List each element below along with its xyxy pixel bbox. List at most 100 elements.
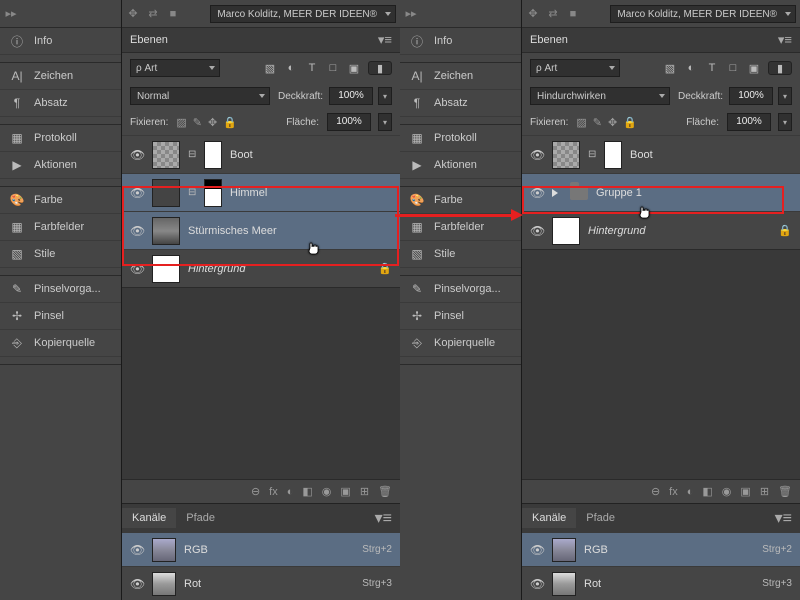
group-triangle-icon[interactable]	[552, 189, 558, 197]
mask-thumbnail[interactable]	[204, 179, 222, 207]
footer-icon[interactable]: ⊖	[251, 485, 260, 498]
tab-paths[interactable]: Pfade	[176, 508, 225, 528]
sidebar-item-stile[interactable]: ▧Stile	[0, 241, 121, 268]
footer-icon[interactable]: fx	[269, 486, 278, 498]
lock-paint-icon[interactable]: ✎	[193, 116, 202, 129]
layer-thumbnail[interactable]	[152, 255, 180, 283]
footer-icon[interactable]: ▣	[740, 485, 750, 498]
footer-icon[interactable]: ⊞	[360, 485, 369, 498]
visibility-icon[interactable]: 👁	[130, 186, 144, 200]
layer-thumbnail[interactable]	[552, 217, 580, 245]
visibility-icon[interactable]: 👁	[130, 262, 144, 276]
sidebar-item-stile[interactable]: ▧Stile	[400, 241, 521, 268]
filter-type-icon[interactable]: T	[705, 61, 719, 75]
visibility-icon[interactable]: 👁	[530, 148, 544, 162]
visibility-icon[interactable]: 👁	[530, 577, 544, 591]
opacity-input[interactable]: 100%	[329, 87, 373, 105]
fill-input[interactable]: 100%	[327, 113, 371, 131]
filter-toggle-icon[interactable]: ▮	[368, 61, 392, 75]
link-icon[interactable]: ⊟	[188, 187, 196, 198]
filter-type-icon[interactable]: T	[305, 61, 319, 75]
sidebar-item-kopierquelle[interactable]: ⎆Kopierquelle	[400, 330, 521, 357]
expand-icon[interactable]: ▸▸	[4, 7, 18, 21]
mask-thumbnail[interactable]	[604, 141, 622, 169]
visibility-icon[interactable]: 👁	[530, 543, 544, 557]
filter-dropdown[interactable]: ρ Art	[530, 59, 620, 77]
profile-dropdown[interactable]: Marco Kolditz, MEER DER IDEEN®	[210, 5, 396, 23]
layer-row[interactable]: 👁Hintergrund🔒	[122, 249, 400, 287]
footer-icon[interactable]: ◧	[702, 485, 712, 498]
filter-image-icon[interactable]: ▧	[663, 61, 677, 75]
layer-thumbnail[interactable]	[152, 217, 180, 245]
channel-row[interactable]: 👁RGBStrg+2	[522, 532, 800, 566]
opacity-chevron[interactable]: ▾	[778, 87, 792, 105]
lock-all-icon[interactable]: 🔒	[623, 116, 637, 129]
layer-row[interactable]: 👁 ⊟ Boot	[122, 135, 400, 173]
sidebar-item-farbfelder[interactable]: ▦Farbfelder	[0, 214, 121, 241]
sidebar-item-kopierquelle[interactable]: ⎆Kopierquelle	[0, 330, 121, 357]
layer-thumbnail[interactable]	[152, 141, 180, 169]
channel-row[interactable]: 👁RotStrg+3	[122, 566, 400, 600]
fill-input[interactable]: 100%	[727, 113, 771, 131]
lock-paint-icon[interactable]: ✎	[593, 116, 602, 129]
panel-menu-icon[interactable]: ▾≡	[778, 32, 792, 48]
layer-name[interactable]: Gruppe 1	[596, 187, 792, 199]
layer-name[interactable]: Boot	[230, 149, 392, 161]
layer-row[interactable]: 👁 Gruppe 1	[522, 173, 800, 211]
filter-adjust-icon[interactable]: ◐	[284, 61, 298, 75]
filter-image-icon[interactable]: ▧	[263, 61, 277, 75]
link-icon[interactable]: ⊟	[188, 149, 196, 160]
visibility-icon[interactable]: 👁	[130, 148, 144, 162]
footer-icon[interactable]: ⊞	[760, 485, 769, 498]
sidebar-item-absatz[interactable]: ¶Absatz	[0, 90, 121, 117]
visibility-icon[interactable]: 👁	[130, 224, 144, 238]
footer-icon[interactable]: fx	[669, 486, 678, 498]
channel-row[interactable]: 👁RGBStrg+2	[122, 532, 400, 566]
film-icon[interactable]: ■	[166, 7, 180, 21]
link-icon[interactable]: ⊟	[588, 149, 596, 160]
channels-menu-icon[interactable]: ▾≡	[367, 504, 400, 532]
layer-row[interactable]: 👁Hintergrund🔒	[522, 211, 800, 249]
opacity-input[interactable]: 100%	[729, 87, 773, 105]
lock-transparent-icon[interactable]: ▨	[576, 116, 586, 129]
blend-mode-dropdown[interactable]: Hindurchwirken	[530, 87, 670, 105]
filter-smart-icon[interactable]: ▣	[747, 61, 761, 75]
filter-shape-icon[interactable]: □	[726, 61, 740, 75]
blend-mode-dropdown[interactable]: Normal	[130, 87, 270, 105]
filter-smart-icon[interactable]: ▣	[347, 61, 361, 75]
panel-menu-icon[interactable]: ▾≡	[378, 32, 392, 48]
lock-move-icon[interactable]: ✥	[608, 116, 617, 129]
profile-dropdown[interactable]: Marco Kolditz, MEER DER IDEEN®	[610, 5, 796, 23]
move-icon[interactable]: ✥	[126, 7, 140, 21]
sidebar-item-farbfelder[interactable]: ▦Farbfelder	[400, 214, 521, 241]
layer-name[interactable]: Himmel	[230, 187, 392, 199]
film-icon[interactable]: ■	[566, 7, 580, 21]
filter-adjust-icon[interactable]: ◐	[684, 61, 698, 75]
footer-icon[interactable]: ◉	[322, 485, 332, 498]
move-icon[interactable]: ✥	[526, 7, 540, 21]
sidebar-item-farbe[interactable]: 🎨Farbe	[400, 187, 521, 214]
sidebar-item-pinselvorga...[interactable]: ✎Pinselvorga...	[0, 276, 121, 303]
fill-chevron[interactable]: ▾	[378, 113, 392, 131]
footer-icon[interactable]: ◧	[302, 485, 312, 498]
layer-name[interactable]: Stürmisches Meer	[188, 225, 392, 237]
expand-icon[interactable]: ▸▸	[404, 7, 418, 21]
opacity-chevron[interactable]: ▾	[378, 87, 392, 105]
sidebar-item-pinsel[interactable]: ✢Pinsel	[400, 303, 521, 330]
filter-dropdown[interactable]: ρ Art	[130, 59, 220, 77]
sidebar-item-pinselvorga...[interactable]: ✎Pinselvorga...	[400, 276, 521, 303]
sidebar-item-aktionen[interactable]: ▶Aktionen	[400, 152, 521, 179]
sidebar-item-pinsel[interactable]: ✢Pinsel	[0, 303, 121, 330]
tab-channels[interactable]: Kanäle	[122, 508, 176, 528]
layer-name[interactable]: Boot	[630, 149, 792, 161]
filter-shape-icon[interactable]: □	[326, 61, 340, 75]
arrows-icon[interactable]: ⇄	[546, 7, 560, 21]
layer-row[interactable]: 👁 Stürmisches Meer	[122, 211, 400, 249]
footer-icon[interactable]: ⊖	[651, 485, 660, 498]
visibility-icon[interactable]: 👁	[530, 186, 544, 200]
lock-all-icon[interactable]: 🔒	[223, 116, 237, 129]
footer-icon[interactable]: ◐	[687, 486, 694, 498]
layer-thumbnail[interactable]	[552, 141, 580, 169]
channels-menu-icon[interactable]: ▾≡	[767, 504, 800, 532]
tab-paths[interactable]: Pfade	[576, 508, 625, 528]
